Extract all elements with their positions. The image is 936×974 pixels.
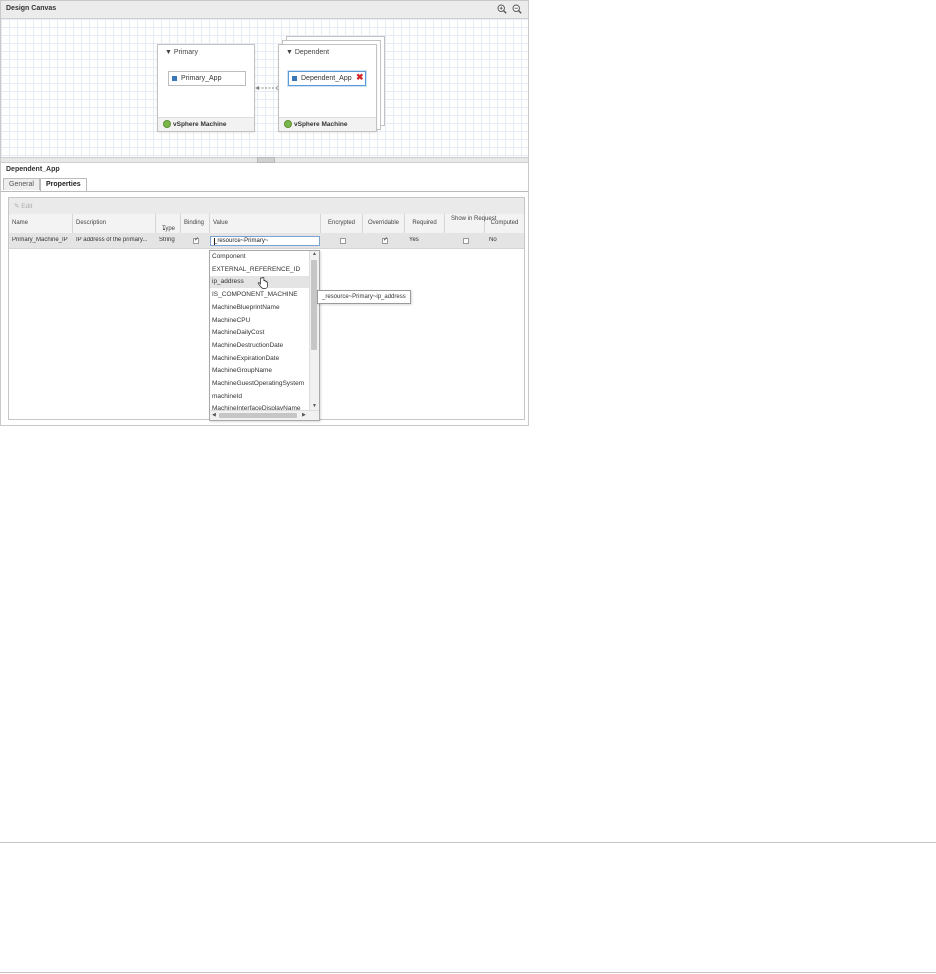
zoom-in-icon[interactable] [497, 4, 507, 14]
dropdown-item[interactable]: Component [210, 251, 310, 263]
dropdown-horizontal-scrollbar[interactable]: ◀ ▶ [210, 410, 319, 420]
app-icon [172, 76, 177, 81]
table-row[interactable]: Primary_Machine_IP IP address of the pri… [9, 233, 524, 249]
machine-dependent-name: Dependent [294, 49, 330, 56]
cell-required: Yes [409, 237, 419, 243]
app-primary-label: Primary_App [181, 75, 222, 82]
vsphere-icon [284, 120, 292, 128]
canvas-header: Design Canvas [1, 1, 528, 19]
machine-primary-header[interactable]: ▼ Primary [165, 49, 198, 56]
machine-primary[interactable]: ▼ Primary Primary_App vSphere Machine [157, 44, 255, 132]
blueprint-editor: Design Canvas ▼ Primary Primary_App vSph… [0, 0, 529, 426]
machine-type-label: vSphere Machine [173, 121, 227, 128]
divider [0, 972, 936, 973]
col-value[interactable]: Value [210, 214, 321, 233]
panel-title: Dependent_App [6, 166, 60, 173]
col-binding[interactable]: Binding [181, 214, 210, 233]
text-caret [214, 238, 215, 245]
sort-ascending-icon: ▲ [162, 226, 166, 231]
binding-checkbox[interactable] [193, 236, 199, 244]
app-dependent[interactable]: Dependent_App ✖ [288, 71, 366, 86]
canvas-title: Design Canvas [6, 5, 57, 12]
app-dependent-label: Dependent_App [301, 75, 352, 82]
scroll-right-icon[interactable]: ▶ [302, 413, 306, 418]
col-overridable[interactable]: Overridable [363, 214, 405, 233]
pencil-icon: ✎ [14, 203, 20, 210]
machine-primary-name: Primary [173, 49, 198, 56]
scroll-left-icon[interactable]: ◀ [212, 413, 216, 418]
panel-splitter[interactable] [1, 157, 528, 163]
autocomplete-dropdown[interactable]: Component EXTERNAL_REFERENCE_ID ip_addre… [209, 250, 320, 421]
show-in-request-checkbox[interactable] [463, 238, 469, 244]
value-tooltip: _resource~Primary~ip_address [317, 290, 411, 304]
edit-label: Edit [21, 203, 33, 210]
grid-header: Name Description Type ▲ Binding Value En… [9, 214, 524, 234]
app-icon [292, 76, 297, 81]
dropdown-item[interactable]: EXTERNAL_REFERENCE_ID [210, 264, 310, 276]
col-computed[interactable]: Computed [485, 214, 524, 233]
splitter-handle[interactable] [257, 157, 275, 163]
tab-properties[interactable]: Properties [40, 178, 87, 191]
machine-dependent-header[interactable]: ▼ Dependent [286, 49, 329, 56]
machine-dependent[interactable]: ▼ Dependent Dependent_App ✖ vSphere Mach… [278, 44, 377, 132]
dropdown-item[interactable]: MachineBlueprintName [210, 302, 310, 314]
cell-description: IP address of the primary... [76, 237, 148, 243]
dropdown-item[interactable]: MachineGroupName [210, 365, 310, 377]
dropdown-vertical-scrollbar[interactable]: ▲ ▼ [309, 251, 319, 411]
remove-icon[interactable]: ✖ [356, 73, 364, 82]
scroll-down-icon[interactable]: ▼ [312, 404, 317, 409]
cell-name: Primary_Machine_IP [12, 237, 68, 243]
col-type[interactable]: Type ▲ [156, 214, 181, 233]
overridable-checkbox[interactable] [382, 236, 388, 244]
cell-type: String [159, 237, 175, 243]
col-description[interactable]: Description [73, 214, 156, 233]
machine-type-label: vSphere Machine [294, 121, 348, 128]
col-required[interactable]: Required [405, 214, 445, 233]
tab-general[interactable]: General [3, 178, 40, 190]
dropdown-item[interactable]: MachineDestructionDate [210, 340, 310, 352]
col-show-in-request[interactable]: Show in Request [445, 214, 496, 233]
dropdown-item[interactable]: MachineGuestOperatingSystem [210, 378, 310, 390]
panel-tabs: General Properties [1, 178, 528, 192]
grid-toolbar: ✎ Edit [9, 198, 524, 215]
machine-dependent-footer: vSphere Machine [279, 117, 376, 131]
col-encrypted[interactable]: Encrypted [321, 214, 363, 233]
value-input[interactable]: _resource~Primary~ [210, 236, 320, 246]
col-name[interactable]: Name [9, 214, 73, 233]
hand-cursor-icon [257, 277, 268, 289]
dropdown-item[interactable]: MachineCPU [210, 315, 310, 327]
scroll-thumb[interactable] [311, 260, 317, 350]
value-input-text: _resource~Primary~ [214, 238, 269, 244]
dropdown-item[interactable]: IS_COMPONENT_MACHINE [210, 289, 310, 301]
scroll-up-icon[interactable]: ▲ [312, 252, 317, 257]
design-canvas[interactable]: ▼ Primary Primary_App vSphere Machine ▼ … [1, 19, 528, 157]
dropdown-item[interactable]: MachineDailyCost [210, 327, 310, 339]
machine-primary-footer: vSphere Machine [158, 117, 254, 131]
cell-computed: No [489, 237, 497, 243]
zoom-out-icon[interactable] [512, 4, 522, 14]
divider [0, 842, 936, 843]
vsphere-icon [163, 120, 171, 128]
app-primary[interactable]: Primary_App [168, 71, 246, 86]
dropdown-item[interactable]: machineId [210, 391, 310, 403]
encrypted-checkbox[interactable] [340, 238, 346, 244]
edit-button[interactable]: ✎ Edit [14, 202, 32, 210]
dropdown-item[interactable]: MachineExpirationDate [210, 353, 310, 365]
scroll-thumb[interactable] [219, 413, 297, 418]
